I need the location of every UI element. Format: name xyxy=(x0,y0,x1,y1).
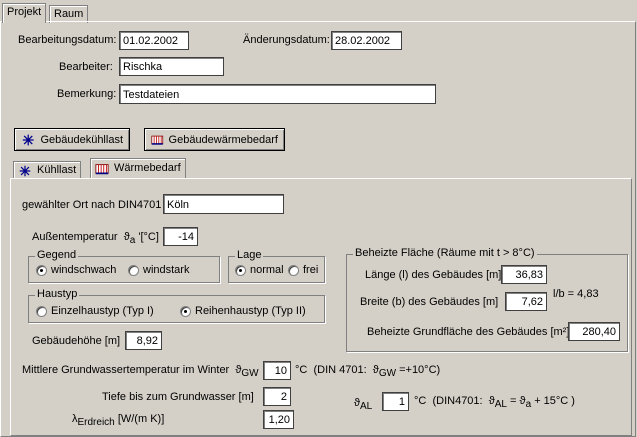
hoehe-label: Gebäudehöhe [m] xyxy=(32,335,121,347)
gw-din-note: °C (DIN 4701: ϑGW =+10°C) xyxy=(295,364,441,380)
tab-waermebedarf[interactable]: Wärmebedarf xyxy=(90,158,186,178)
grundflaeche-field[interactable]: 280,40 xyxy=(568,322,620,341)
tab-kuehllast[interactable]: Kühllast xyxy=(13,161,82,179)
gebaeudewaermebedarf-button[interactable]: Gebäudewärmebedarf xyxy=(144,128,285,151)
snowflake-icon xyxy=(22,134,34,145)
lage-normal-radio[interactable]: normal xyxy=(235,264,284,276)
aenderungsdatum-field[interactable]: 28.02.2002 xyxy=(331,31,402,50)
gw-label: Mittlere Grundwassertemperatur im Winter… xyxy=(22,364,259,380)
bearbeitungsdatum-label: Bearbeitungsdatum: xyxy=(18,34,117,46)
radio-icon xyxy=(128,264,139,276)
ort-field[interactable]: Köln xyxy=(163,194,284,214)
haustyp-einzel-radio[interactable]: Einzelhaustyp (Typ I) xyxy=(36,305,154,317)
breite-field[interactable]: 7,62 xyxy=(505,292,547,311)
tiefe-field[interactable]: 2 xyxy=(263,387,291,406)
lambda-field[interactable]: 1,20 xyxy=(263,410,294,429)
haustyp-reihen-radio[interactable]: Reihenhaustyp (Typ II) xyxy=(180,305,306,317)
gegend-windschwach-radio[interactable]: windschwach xyxy=(36,264,116,276)
radio-selected-icon xyxy=(36,264,47,276)
gebaeudekuehllast-button[interactable]: Gebäudekühllast xyxy=(14,128,130,151)
bearbeiter-field[interactable]: Rischka xyxy=(119,57,224,76)
radio-selected-icon xyxy=(235,264,246,276)
aenderungsdatum-label: Änderungsdatum: xyxy=(243,34,330,46)
al-label: ϑAL xyxy=(354,397,373,413)
bemerkung-field[interactable]: Testdateien xyxy=(119,84,436,104)
radiator-icon xyxy=(151,135,164,145)
laenge-label: Länge (l) des Gebäudes [m] xyxy=(365,269,502,281)
bearbeitungsdatum-field[interactable]: 01.02.2002 xyxy=(119,31,189,50)
laenge-field[interactable]: 36,83 xyxy=(501,265,547,284)
hoehe-field[interactable]: 8,92 xyxy=(125,331,162,350)
radio-icon xyxy=(288,264,299,276)
gegend-windstark-radio[interactable]: windstark xyxy=(128,264,189,276)
breite-label: Breite (b) des Gebäudes [m] xyxy=(360,296,499,308)
tab-projekt[interactable]: Projekt xyxy=(2,3,47,23)
al-din-note: °C (DIN4701: ϑAL = ϑa + 15°C ) xyxy=(414,395,575,411)
bearbeiter-label: Bearbeiter: xyxy=(59,61,113,73)
ort-label: gewählter Ort nach DIN4701 xyxy=(22,199,162,211)
al-field[interactable]: 1 xyxy=(382,392,409,411)
aussentemp-label: Außentemperatur ϑa '[°C] xyxy=(32,231,159,247)
lambda-label: λErdreich [W/(m K)] xyxy=(72,413,165,429)
aussentemp-field[interactable]: -14 xyxy=(163,227,198,246)
radio-icon xyxy=(36,305,47,317)
ratio-label: l/b = 4,83 xyxy=(553,288,599,300)
grundflaeche-label: Beheizte Grundfläche des Gebäudes [m²] xyxy=(367,326,570,338)
tiefe-label: Tiefe bis zum Grundwasser [m] xyxy=(102,391,254,403)
radio-selected-icon xyxy=(180,305,191,317)
radiator-icon xyxy=(95,163,109,174)
gw-field[interactable]: 10 xyxy=(263,361,291,380)
bemerkung-label: Bemerkung: xyxy=(57,88,117,100)
snowflake-icon xyxy=(19,165,31,176)
lage-frei-radio[interactable]: frei xyxy=(288,264,318,276)
